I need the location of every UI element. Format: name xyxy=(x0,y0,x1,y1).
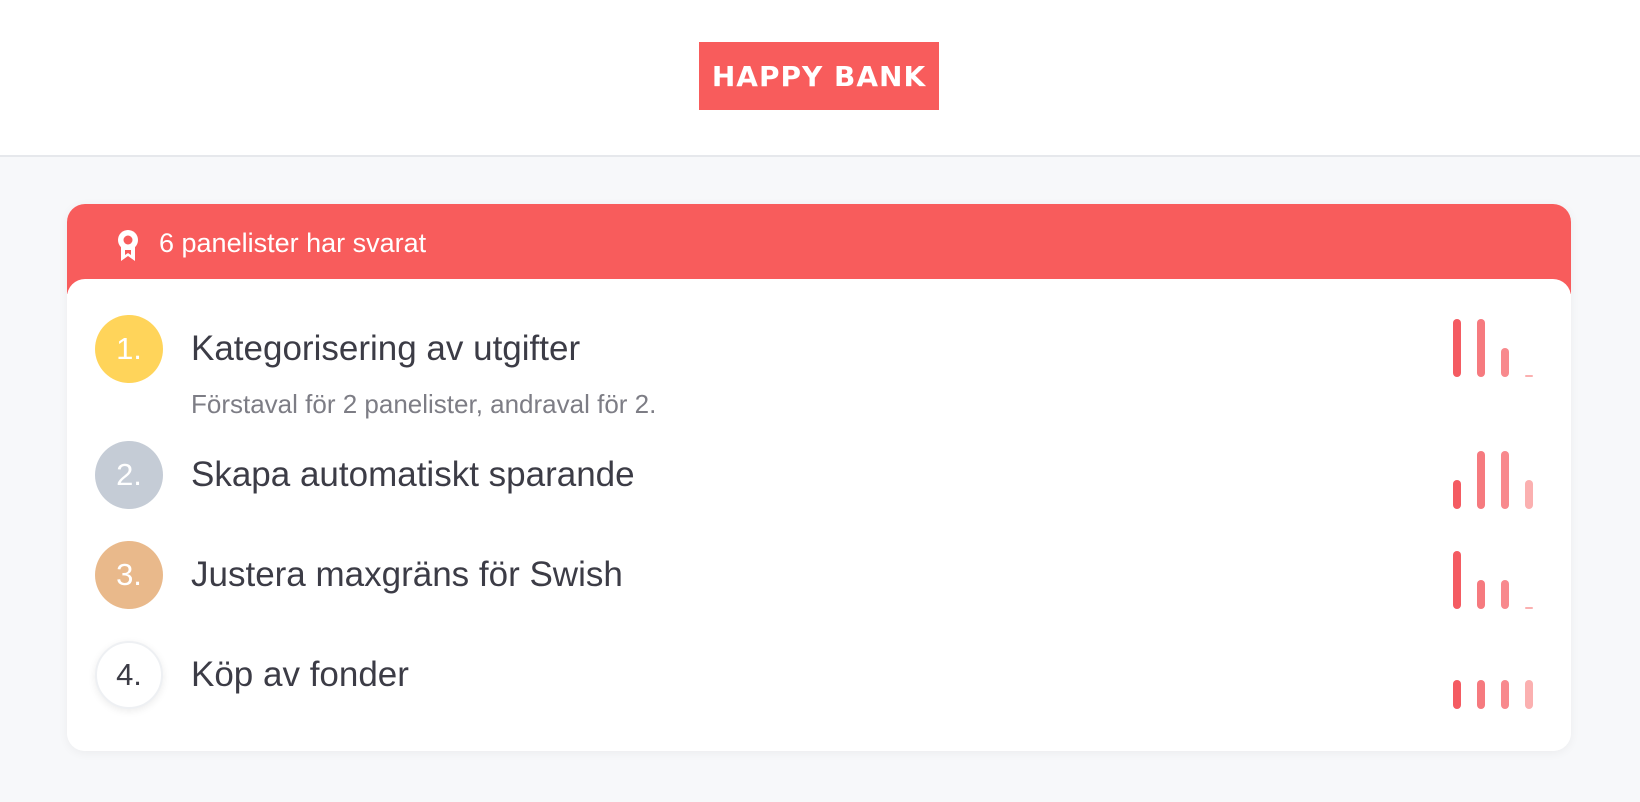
distribution-bar xyxy=(1477,580,1485,609)
list-item[interactable]: 4. Köp av fonder xyxy=(67,619,1571,719)
ranking-list: 1. Kategorisering av utgifter Förstaval … xyxy=(67,279,1571,751)
brand-logo[interactable]: HAPPY BANK xyxy=(699,42,939,110)
distribution-bar xyxy=(1477,319,1485,377)
list-item[interactable]: 1. Kategorisering av utgifter Förstaval … xyxy=(67,279,1571,419)
top-bar: HAPPY BANK xyxy=(0,0,1640,157)
rank-label: 1. xyxy=(116,331,142,366)
distribution-bar xyxy=(1453,319,1461,377)
rank-badge: 2. xyxy=(95,441,163,509)
distribution-bar xyxy=(1453,551,1461,609)
ranking-card: 6 panelister har svarat 1. Kategoriserin… xyxy=(67,204,1571,751)
distribution-bar xyxy=(1453,680,1461,709)
distribution-bar xyxy=(1525,480,1533,509)
rank-label: 2. xyxy=(116,457,142,492)
list-item[interactable]: 2. Skapa automatiskt sparande xyxy=(67,419,1571,519)
rank-label: 4. xyxy=(116,657,142,692)
distribution-bar xyxy=(1501,451,1509,509)
rank-label: 3. xyxy=(116,557,142,592)
distribution-bar xyxy=(1477,680,1485,709)
distribution-bar xyxy=(1525,680,1533,709)
distribution-bar xyxy=(1477,451,1485,509)
list-item[interactable]: 3. Justera maxgräns för Swish xyxy=(67,519,1571,619)
item-title: Justera maxgräns för Swish xyxy=(191,555,623,594)
item-title: Köp av fonder xyxy=(191,655,409,694)
item-title: Kategorisering av utgifter xyxy=(191,329,581,368)
distribution-bar xyxy=(1525,375,1533,377)
rank-badge: 4. xyxy=(95,641,163,709)
respondents-count: 6 panelister har svarat xyxy=(159,228,427,258)
rank-badge: 1. xyxy=(95,315,163,383)
distribution-chart xyxy=(1453,651,1543,709)
distribution-chart xyxy=(1453,451,1543,509)
item-subtitle: Förstaval för 2 panelister, andraval för… xyxy=(191,389,657,419)
award-icon xyxy=(118,230,138,261)
distribution-bar xyxy=(1525,607,1533,609)
distribution-bar xyxy=(1501,580,1509,609)
distribution-bar xyxy=(1501,680,1509,709)
distribution-bar xyxy=(1501,348,1509,377)
distribution-bar xyxy=(1453,480,1461,509)
rank-badge: 3. xyxy=(95,541,163,609)
distribution-chart xyxy=(1453,319,1543,377)
distribution-chart xyxy=(1453,551,1543,609)
item-title: Skapa automatiskt sparande xyxy=(191,455,635,494)
